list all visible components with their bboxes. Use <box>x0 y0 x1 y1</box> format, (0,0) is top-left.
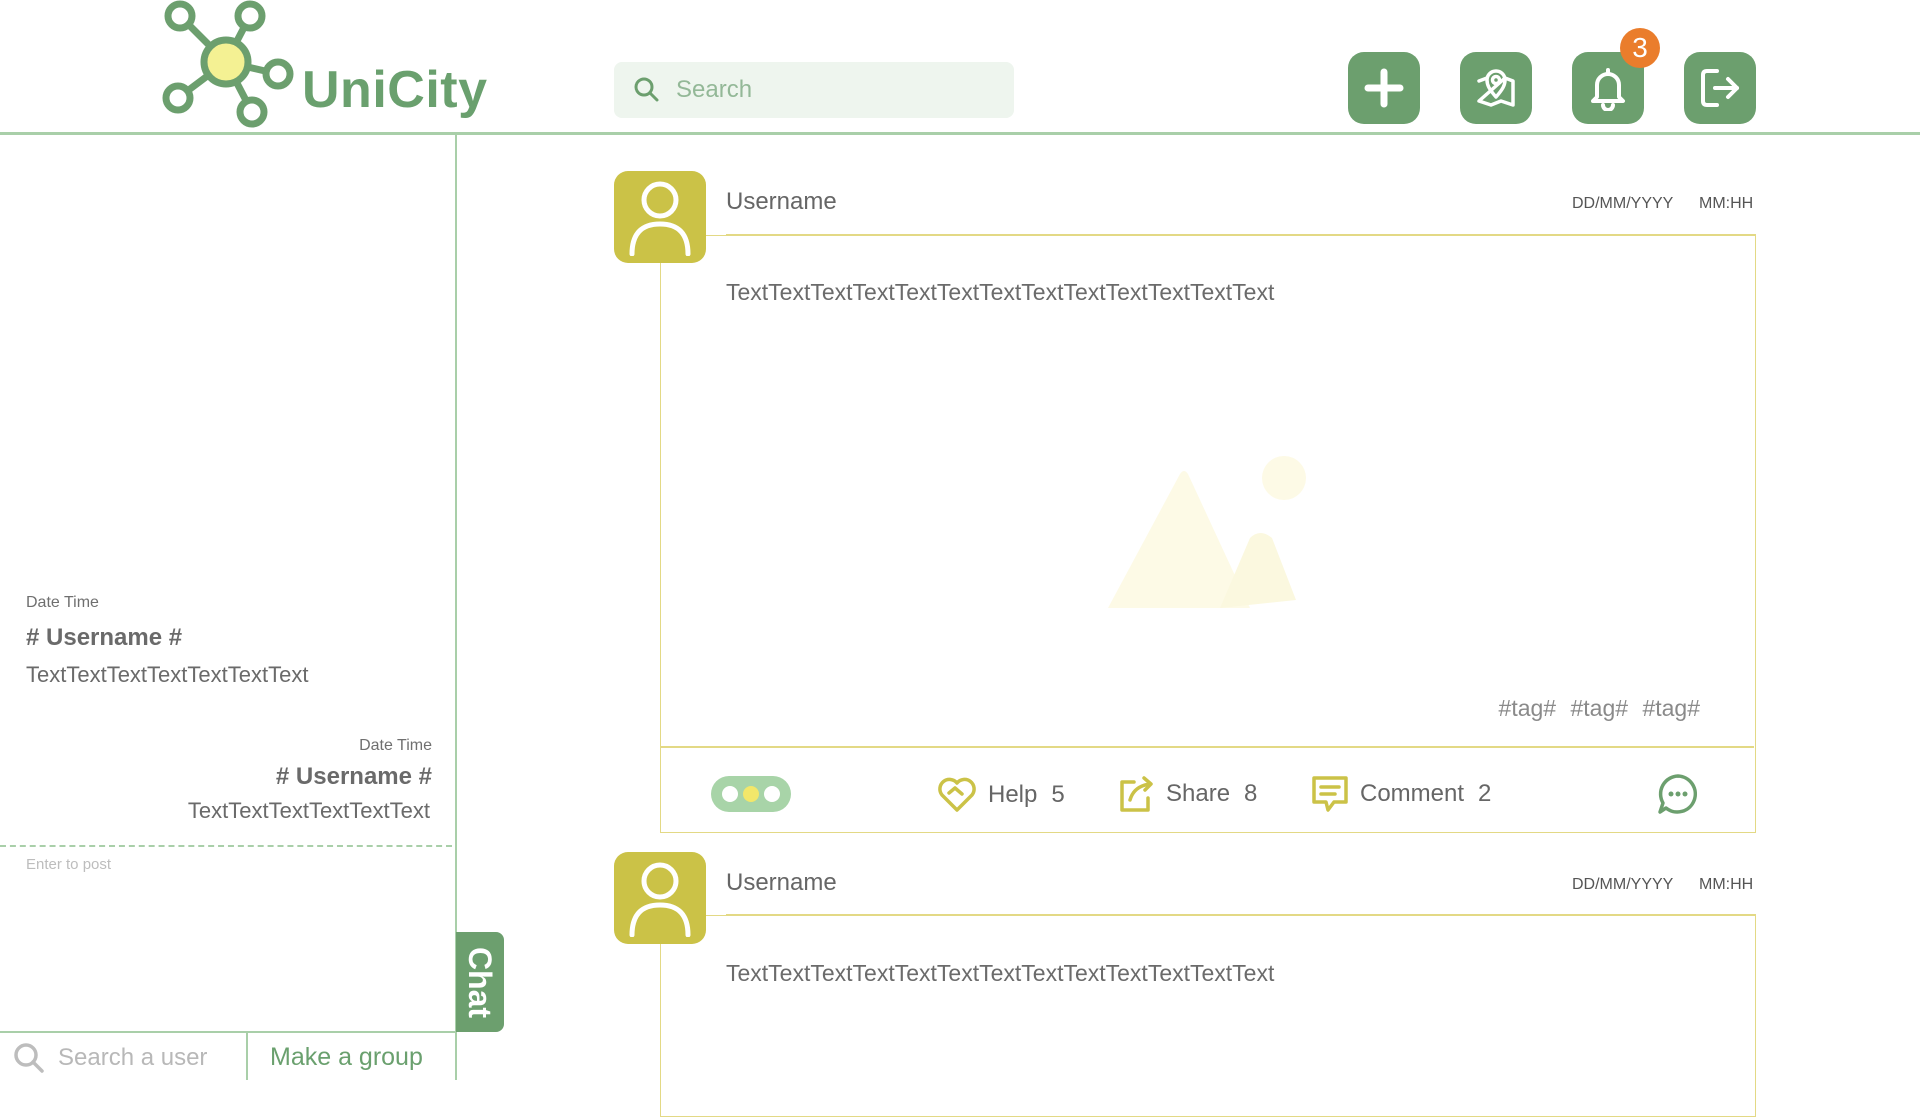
chat-tab[interactable]: Chat <box>456 932 504 1032</box>
comment-button[interactable]: Comment 2 <box>1310 774 1491 814</box>
add-post-button[interactable] <box>1348 52 1420 124</box>
search-user-input[interactable] <box>56 1043 240 1073</box>
post-text: TextTextTextTextTextTextTextTextTextText… <box>726 279 1275 305</box>
post-text: TextTextTextTextTextTextTextTextTextText… <box>726 960 1275 986</box>
share-button[interactable]: Share 8 <box>1116 774 1257 814</box>
post-time: MM:HH <box>1699 876 1754 893</box>
search-icon <box>14 1043 44 1073</box>
share-count: 8 <box>1244 780 1258 807</box>
search-input[interactable] <box>674 75 998 105</box>
share-icon <box>1120 776 1153 812</box>
user-icon <box>629 862 691 937</box>
comment-icon <box>1312 776 1348 812</box>
post-footer-divider <box>660 746 1754 748</box>
chat-compose-input[interactable] <box>26 856 446 1016</box>
chat-message-text: TextTextTextTextTextText <box>187 798 430 823</box>
post-username[interactable]: Username <box>726 188 837 216</box>
unicity-logo-icon <box>160 0 296 128</box>
post-date: DD/MM/YYYY <box>1572 876 1674 893</box>
post-header-divider <box>726 914 1756 916</box>
search-bar[interactable] <box>614 62 1014 118</box>
chat-message-username: # Username # <box>275 763 432 790</box>
share-label: Share <box>1166 780 1231 807</box>
comment-count: 2 <box>1478 780 1492 807</box>
user-icon <box>629 181 691 256</box>
post-date: DD/MM/YYYY <box>1572 195 1674 212</box>
sidebar-bottom-divider <box>0 1031 456 1033</box>
help-label: Help <box>988 781 1038 808</box>
help-button[interactable]: Help 5 <box>936 774 1065 816</box>
avatar[interactable] <box>614 852 706 944</box>
logout-button[interactable] <box>1684 52 1756 124</box>
more-options-button[interactable] <box>711 776 791 812</box>
chat-message-username: # Username # <box>26 624 183 651</box>
make-group-button[interactable]: Make a group <box>270 1043 423 1072</box>
post-time: MM:HH <box>1699 195 1754 212</box>
post-tags[interactable]: #tag# #tag# #tag# <box>1499 695 1700 722</box>
image-placeholder-icon <box>1100 450 1320 620</box>
chat-message-text: TextTextTextTextTextTextText <box>26 662 309 687</box>
chat-message-datetime: Date Time <box>359 737 432 754</box>
dot-icon <box>743 786 759 802</box>
heart-handshake-icon <box>938 777 976 812</box>
notification-badge: 3 <box>1620 28 1660 68</box>
chat-bubble-button[interactable] <box>1656 772 1700 821</box>
chat-bubble-icon <box>1658 774 1698 814</box>
post-header-divider <box>726 234 1756 236</box>
post-username[interactable]: Username <box>726 869 837 897</box>
chat-message-datetime: Date Time <box>26 594 99 611</box>
comment-label: Comment <box>1360 780 1465 807</box>
help-count: 5 <box>1051 781 1065 808</box>
dot-icon <box>722 786 738 802</box>
map-pin-icon <box>1477 69 1515 107</box>
post-card <box>660 915 1756 1117</box>
map-button[interactable] <box>1460 52 1532 124</box>
avatar[interactable] <box>614 171 706 263</box>
dot-icon <box>764 786 780 802</box>
sidebar-bottom-separator <box>246 1033 248 1080</box>
search-icon <box>634 77 659 102</box>
header-divider <box>0 132 1920 135</box>
logout-icon <box>1701 69 1739 107</box>
plus-icon <box>1364 68 1404 108</box>
app-name: UniCity <box>302 61 488 119</box>
chat-tab-label: Chat <box>462 946 499 1018</box>
search-user-field[interactable] <box>12 1040 240 1076</box>
compose-divider <box>0 845 452 847</box>
bell-icon <box>1591 68 1625 111</box>
